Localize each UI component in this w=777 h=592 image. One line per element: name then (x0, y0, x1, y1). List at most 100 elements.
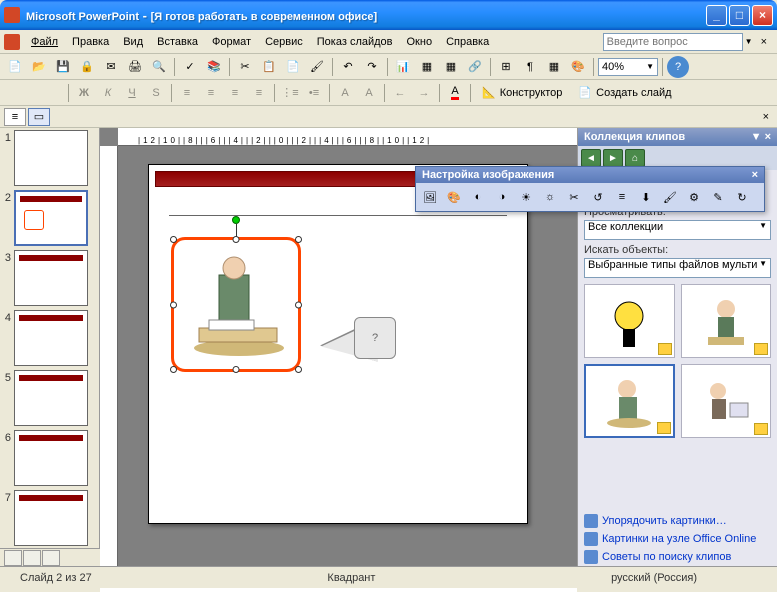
menu-window[interactable]: Окно (400, 34, 440, 50)
align-left-icon[interactable]: ≡ (176, 82, 198, 104)
task-pane-close-icon[interactable]: × (765, 131, 771, 143)
search-objects-combo[interactable]: Выбранные типы файлов мульти▼ (584, 258, 771, 278)
clipart-result-2[interactable] (681, 284, 772, 358)
open-icon[interactable]: 📂 (28, 56, 50, 78)
callout-shape[interactable]: ? (354, 317, 396, 359)
less-contrast-icon[interactable]: ◑ (491, 186, 513, 208)
thumbnail-5[interactable] (14, 370, 88, 426)
menu-slideshow[interactable]: Показ слайдов (310, 34, 400, 50)
tables-borders-icon[interactable]: ▦ (440, 56, 462, 78)
nav-home-icon[interactable]: ⌂ (625, 149, 645, 167)
organize-link[interactable]: Упорядочить картинки… (584, 512, 771, 530)
slides-tab[interactable]: ▭ (28, 108, 50, 126)
grid-icon[interactable]: ▦ (543, 56, 565, 78)
font-combo[interactable] (4, 82, 64, 104)
italic-icon[interactable]: К (97, 82, 119, 104)
normal-view-icon[interactable] (4, 550, 22, 566)
menu-file[interactable]: Файл (24, 34, 65, 50)
thumbnail-4[interactable] (14, 310, 88, 366)
resize-handle-n[interactable] (233, 236, 240, 243)
format-painter-icon[interactable]: 🖌 (306, 56, 328, 78)
insert-picture-icon[interactable]: 🖼 (419, 186, 441, 208)
show-formatting-icon[interactable]: ¶ (519, 56, 541, 78)
maximize-button[interactable]: □ (729, 5, 750, 26)
transparent-color-icon[interactable]: ✎ (707, 186, 729, 208)
clipart-result-4[interactable] (681, 364, 772, 438)
rotate-left-icon[interactable]: ↺ (587, 186, 609, 208)
more-contrast-icon[interactable]: ◐ (467, 186, 489, 208)
new-icon[interactable]: 📄 (4, 56, 26, 78)
thumbnail-3[interactable] (14, 250, 88, 306)
resize-handle-w[interactable] (170, 301, 177, 308)
decrease-font-icon[interactable]: A (358, 82, 380, 104)
thumbnail-7[interactable] (14, 490, 88, 546)
nav-back-icon[interactable]: ◄ (581, 149, 601, 167)
help-icon[interactable]: ? (667, 56, 689, 78)
thumbnail-2[interactable] (14, 190, 88, 246)
sorter-view-icon[interactable] (23, 550, 41, 566)
undo-icon[interactable]: ↶ (337, 56, 359, 78)
cut-icon[interactable]: ✂ (234, 56, 256, 78)
copy-icon[interactable]: 📋 (258, 56, 280, 78)
color-icon[interactable]: 🎨 (567, 56, 589, 78)
decrease-indent-icon[interactable]: ← (389, 82, 411, 104)
redo-icon[interactable]: ↷ (361, 56, 383, 78)
numbering-icon[interactable]: ⋮≡ (279, 82, 301, 104)
crop-icon[interactable]: ✂ (563, 186, 585, 208)
tips-link[interactable]: Советы по поиску клипов (584, 548, 771, 566)
thumbnail-1[interactable] (14, 130, 88, 186)
line-style-icon[interactable]: ≡ (611, 186, 633, 208)
help-search[interactable]: ▼ (603, 33, 755, 51)
resize-handle-s[interactable] (233, 366, 240, 373)
menu-insert[interactable]: Вставка (150, 34, 205, 50)
resize-handle-sw[interactable] (170, 366, 177, 373)
menu-view[interactable]: Вид (116, 34, 150, 50)
more-brightness-icon[interactable]: ☀ (515, 186, 537, 208)
bold-icon[interactable]: Ж (73, 82, 95, 104)
new-slide-button[interactable]: 📄Создать слайд (571, 82, 678, 104)
font-color-icon[interactable]: A (444, 82, 466, 104)
align-center-icon[interactable]: ≡ (200, 82, 222, 104)
bullets-icon[interactable]: •≡ (303, 82, 325, 104)
selected-image[interactable] (171, 237, 301, 372)
compress-icon[interactable]: ⬇ (635, 186, 657, 208)
outline-tab[interactable]: ≡ (4, 108, 26, 126)
save-icon[interactable]: 💾 (52, 56, 74, 78)
align-right-icon[interactable]: ≡ (224, 82, 246, 104)
tabs-close-icon[interactable]: × (759, 111, 773, 123)
menu-edit[interactable]: Правка (65, 34, 116, 50)
help-search-input[interactable] (603, 33, 743, 51)
shadow-icon[interactable]: S (145, 82, 167, 104)
close-button[interactable]: × (752, 5, 773, 26)
underline-icon[interactable]: Ч (121, 82, 143, 104)
research-icon[interactable]: 📚 (203, 56, 225, 78)
online-link[interactable]: Картинки на узле Office Online (584, 530, 771, 548)
clipart-result-3[interactable] (584, 364, 675, 438)
slide-surface[interactable]: ? (148, 164, 528, 524)
slideshow-view-icon[interactable] (42, 550, 60, 566)
rotate-handle[interactable] (232, 216, 240, 224)
paste-icon[interactable]: 📄 (282, 56, 304, 78)
slide-thumbnails[interactable]: 1 2 3 4 5 6 7 8 9 (0, 128, 100, 570)
increase-font-icon[interactable]: A (334, 82, 356, 104)
minimize-button[interactable]: _ (706, 5, 727, 26)
resize-handle-nw[interactable] (170, 236, 177, 243)
picture-toolbar-close-icon[interactable]: × (752, 169, 758, 181)
less-brightness-icon[interactable]: ☼ (539, 186, 561, 208)
menu-help[interactable]: Справка (439, 34, 496, 50)
reset-picture-icon[interactable]: ↻ (731, 186, 753, 208)
browse-combo[interactable]: Все коллекции▼ (584, 220, 771, 240)
zoom-combo[interactable]: 40%▼ (598, 58, 658, 76)
spellcheck-icon[interactable]: ✓ (179, 56, 201, 78)
preview-icon[interactable]: 🔍 (148, 56, 170, 78)
permission-icon[interactable]: 🔒 (76, 56, 98, 78)
designer-button[interactable]: 📐Конструктор (475, 82, 569, 104)
color-mode-icon[interactable]: 🎨 (443, 186, 465, 208)
thumbnail-6[interactable] (14, 430, 88, 486)
email-icon[interactable]: ✉ (100, 56, 122, 78)
table-icon[interactable]: ▦ (416, 56, 438, 78)
expand-icon[interactable]: ⊞ (495, 56, 517, 78)
clipart-result-1[interactable] (584, 284, 675, 358)
print-icon[interactable]: 🖨 (124, 56, 146, 78)
menu-format[interactable]: Формат (205, 34, 258, 50)
